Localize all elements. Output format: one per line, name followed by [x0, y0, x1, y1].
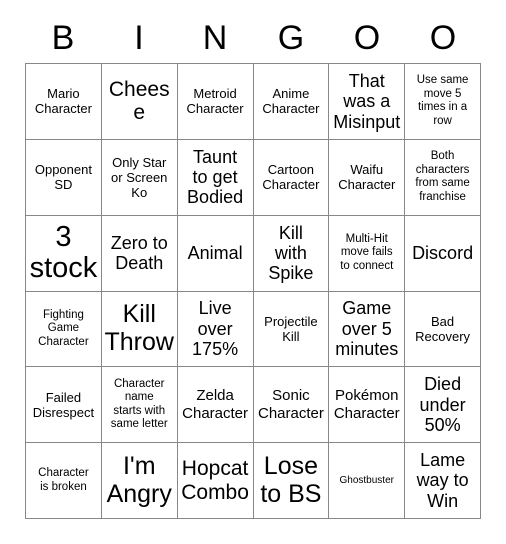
- bingo-cell-label: Died under 50%: [419, 374, 466, 435]
- bingo-cell[interactable]: Use same move 5 times in a row: [405, 64, 481, 140]
- bingo-cell-label: I'm Angry: [106, 452, 172, 508]
- bingo-cell[interactable]: Bad Recovery: [405, 291, 481, 368]
- bingo-cell[interactable]: Multi-Hit move fails to connect: [329, 215, 406, 292]
- bingo-grid: Mario Character Cheese Metroid Character An…: [25, 63, 481, 519]
- bingo-cell-label: That was a Misinput: [333, 70, 401, 132]
- bingo-cell[interactable]: Lose to BS: [253, 443, 330, 519]
- bingo-card: B I N G O O Mario Character Cheese Metroid Char…: [0, 0, 506, 544]
- bingo-cell-label: Both characters from same franchise: [415, 150, 470, 203]
- bingo-cell-label: Character is broken: [38, 467, 89, 493]
- bingo-cell-label: Lame way to Win: [416, 450, 469, 511]
- bingo-cell[interactable]: Mario Character: [26, 64, 102, 140]
- bingo-cell-label: Discord: [412, 242, 474, 263]
- bingo-header-letter-0: B: [51, 19, 75, 57]
- bingo-cell-label: Kill Throw: [104, 300, 174, 356]
- bingo-cell-label: Zero to Death: [110, 232, 168, 274]
- bingo-cell[interactable]: Only Star or Screen Ko: [101, 139, 178, 216]
- bingo-cell-label: Fighting Game Character: [38, 308, 89, 348]
- bingo-cell[interactable]: Fighting Game Character: [26, 291, 102, 368]
- bingo-cell[interactable]: Kill with Spike: [253, 215, 330, 292]
- bingo-cell[interactable]: Ghostbuster: [329, 443, 406, 519]
- bingo-cell[interactable]: Game over 5 minutes: [329, 291, 406, 368]
- bingo-cell[interactable]: 3 stock: [26, 215, 102, 292]
- bingo-cell-label: Multi-Hit move fails to connect: [340, 232, 394, 272]
- bingo-cell-label: Metroid Character: [186, 86, 244, 117]
- bingo-cell-label: 3 stock: [29, 220, 98, 285]
- bingo-cell-label: Lose to BS: [260, 452, 322, 508]
- bingo-cell[interactable]: Hopcat Combo: [177, 443, 254, 519]
- bingo-cell[interactable]: Metroid Character: [177, 64, 254, 140]
- bingo-cell[interactable]: That was a Misinput: [329, 64, 406, 140]
- bingo-cell[interactable]: Cartoon Character: [253, 139, 330, 216]
- bingo-cell-label: Game over 5 minutes: [335, 298, 399, 360]
- bingo-cell-label: Live over 175%: [192, 298, 239, 360]
- bingo-cell[interactable]: Waifu Character: [329, 139, 406, 216]
- bingo-cell[interactable]: Zero to Death: [101, 215, 178, 292]
- bingo-cell[interactable]: Kill Throw: [101, 291, 178, 368]
- bingo-cell-label: Use same move 5 times in a row: [416, 74, 469, 127]
- bingo-cell[interactable]: Both characters from same franchise: [405, 139, 481, 216]
- bingo-cell-label: Failed Disrespect: [32, 389, 95, 420]
- bingo-cell-label: Pokémon Character: [333, 387, 400, 422]
- bingo-cell-label: Zelda Character: [182, 387, 248, 422]
- bingo-header-row: BINGOO: [25, 14, 481, 62]
- bingo-cell[interactable]: Anime Character: [253, 64, 330, 140]
- bingo-cell-label: Cheese: [108, 77, 170, 125]
- bingo-header-letter-3: G: [277, 19, 305, 57]
- bingo-header-letter-1: I: [134, 19, 144, 57]
- bingo-cell[interactable]: Failed Disrespect: [26, 367, 102, 444]
- bingo-cell[interactable]: Discord: [405, 215, 481, 292]
- bingo-cell-label: Projectile Kill: [264, 313, 318, 344]
- bingo-cell[interactable]: Zelda Character: [177, 367, 254, 444]
- bingo-cell-label: Opponent SD: [34, 162, 92, 193]
- bingo-header-letter-5: O: [429, 19, 457, 57]
- bingo-cell-label: Character name starts with same letter: [110, 377, 168, 431]
- bingo-cell[interactable]: Lame way to Win: [405, 443, 481, 519]
- bingo-cell-label: Mario Character: [34, 86, 92, 117]
- bingo-cell[interactable]: Cheese: [101, 64, 178, 140]
- bingo-cell-label: Cartoon Character: [262, 162, 320, 193]
- bingo-cell[interactable]: Taunt to get Bodied: [177, 139, 254, 216]
- bingo-cell[interactable]: Pokémon Character: [329, 367, 406, 444]
- bingo-cell[interactable]: Sonic Character: [253, 367, 330, 444]
- bingo-cell[interactable]: I'm Angry: [101, 443, 178, 519]
- bingo-cell[interactable]: Opponent SD: [26, 139, 102, 216]
- bingo-cell-label: Taunt to get Bodied: [187, 146, 244, 208]
- bingo-cell-label: Anime Character: [262, 86, 320, 117]
- bingo-cell-label: Kill with Spike: [268, 222, 314, 284]
- bingo-cell-label: Animal: [187, 242, 243, 263]
- bingo-cell[interactable]: Died under 50%: [405, 367, 481, 444]
- bingo-cell-label: Waifu Character: [338, 162, 396, 193]
- bingo-cell[interactable]: Projectile Kill: [253, 291, 330, 368]
- bingo-cell[interactable]: Live over 175%: [177, 291, 254, 368]
- bingo-cell-label: Only Star or Screen Ko: [111, 154, 168, 200]
- bingo-cell[interactable]: Animal: [177, 215, 254, 292]
- bingo-cell[interactable]: Character name starts with same letter: [101, 367, 178, 444]
- bingo-cell-label: Sonic Character: [257, 387, 324, 422]
- bingo-header-letter-2: N: [202, 19, 228, 57]
- bingo-cell-label: Bad Recovery: [415, 313, 471, 344]
- bingo-cell-label: Ghostbuster: [339, 474, 394, 486]
- bingo-cell-label: Hopcat Combo: [181, 457, 249, 504]
- bingo-cell[interactable]: Character is broken: [26, 443, 102, 519]
- bingo-header-letter-4: O: [353, 19, 381, 57]
